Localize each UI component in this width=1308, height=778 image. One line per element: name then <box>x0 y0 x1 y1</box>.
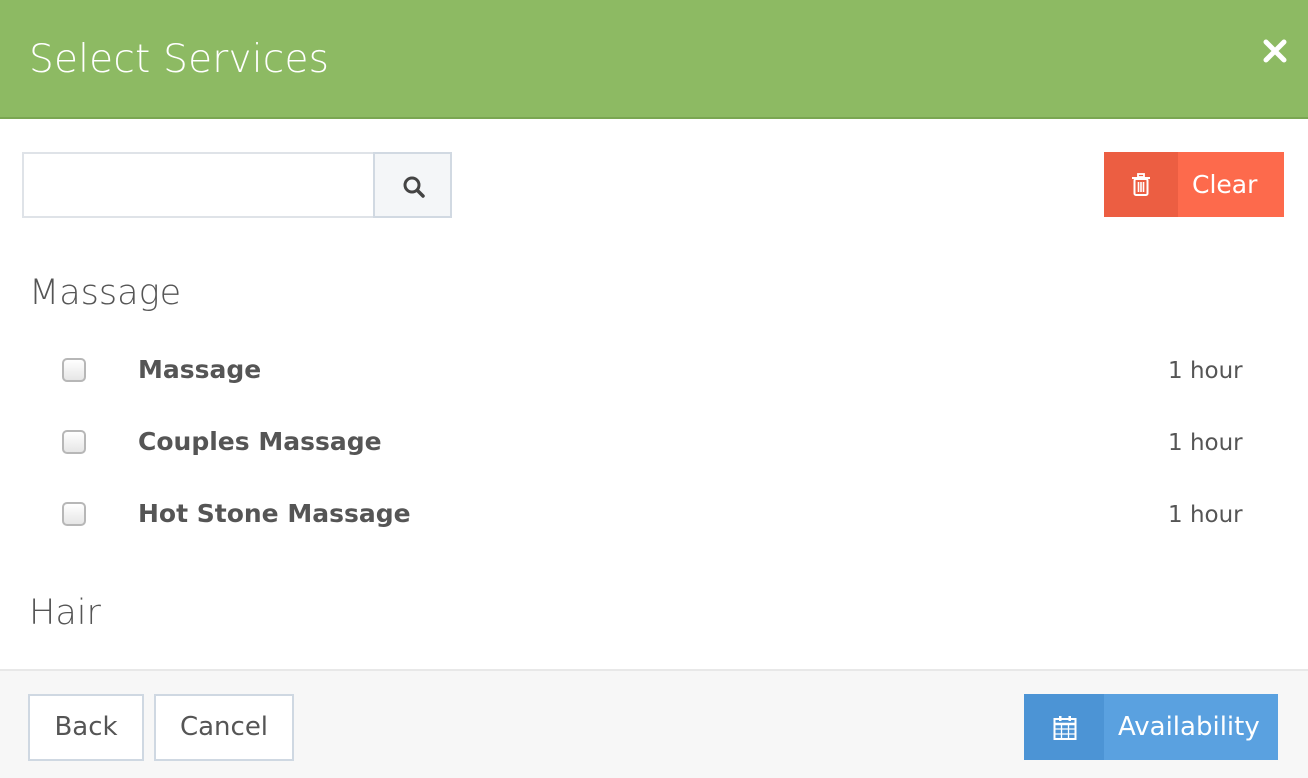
calendar-icon <box>1053 716 1077 740</box>
service-duration: 1 hour <box>1168 358 1243 384</box>
service-row-couples-massage[interactable]: Couples Massage 1 hour <box>0 412 1308 472</box>
availability-button-label: Availability <box>1118 712 1260 742</box>
cancel-button[interactable]: Cancel <box>154 694 294 761</box>
service-checkbox[interactable] <box>62 358 86 382</box>
service-checkbox[interactable] <box>62 502 86 526</box>
clear-button[interactable]: Clear <box>1104 152 1284 217</box>
search-input[interactable] <box>22 152 373 218</box>
service-name: Massage <box>138 355 262 384</box>
service-duration: 1 hour <box>1168 502 1243 528</box>
service-duration: 1 hour <box>1168 430 1243 456</box>
back-button[interactable]: Back <box>28 694 144 761</box>
search-group <box>22 152 452 218</box>
service-name: Couples Massage <box>138 427 382 456</box>
category-title-massage: Massage <box>29 273 182 313</box>
close-icon[interactable] <box>1262 38 1288 64</box>
availability-icon-container <box>1024 694 1104 760</box>
modal-header: Select Services <box>0 0 1308 119</box>
clear-icon-container <box>1104 152 1178 217</box>
service-row-hot-stone-massage[interactable]: Hot Stone Massage 1 hour <box>0 484 1308 544</box>
clear-button-label: Clear <box>1192 170 1258 199</box>
modal-title: Select Services <box>29 37 330 82</box>
search-icon <box>403 176 425 198</box>
search-button[interactable] <box>373 152 452 218</box>
service-name: Hot Stone Massage <box>138 499 411 528</box>
trash-icon <box>1132 173 1150 196</box>
category-title-hair: Hair <box>29 593 101 633</box>
availability-button[interactable]: Availability <box>1024 694 1278 760</box>
service-checkbox[interactable] <box>62 430 86 454</box>
service-row-massage[interactable]: Massage 1 hour <box>0 340 1308 400</box>
